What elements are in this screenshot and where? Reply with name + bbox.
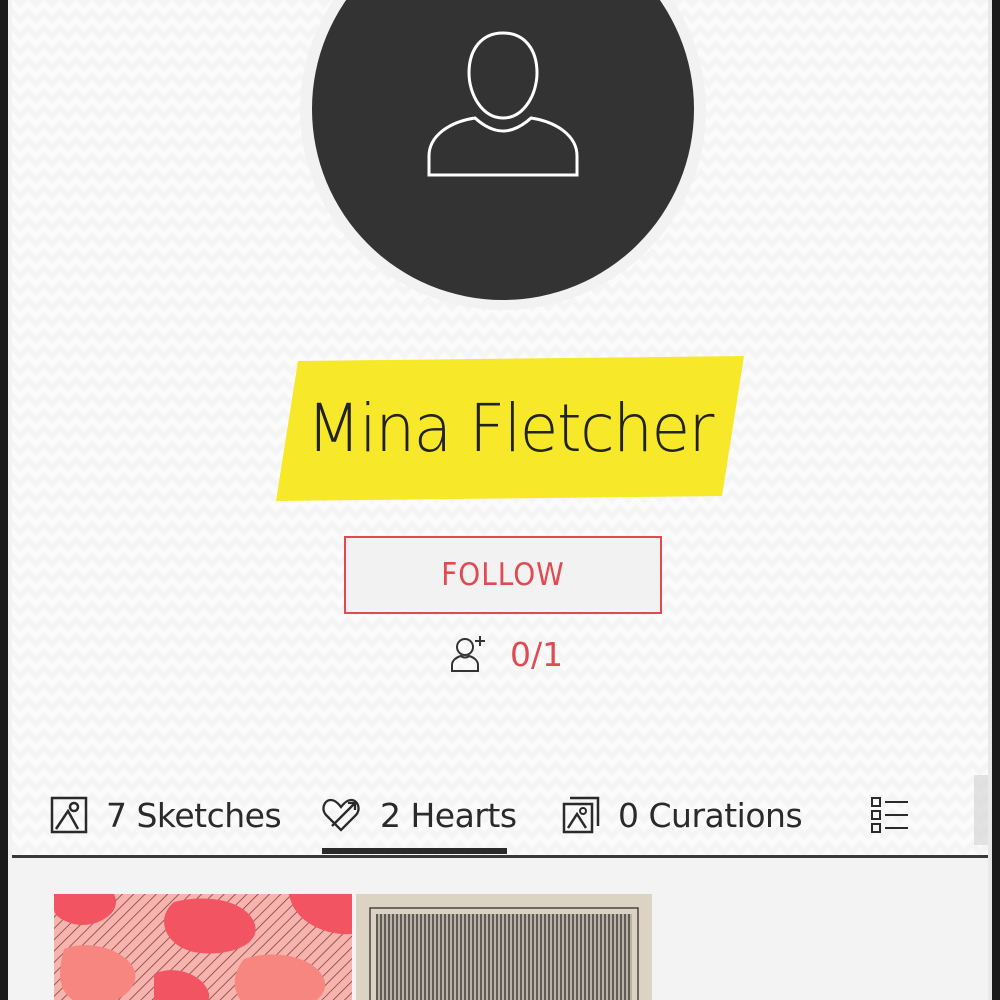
tab-curations-label: 0 Curations bbox=[618, 795, 803, 835]
followers-count: 0/1 bbox=[510, 634, 564, 674]
gallery-thumb-striped-beige[interactable] bbox=[356, 894, 652, 1000]
tab-sketches-label: 7 Sketches bbox=[106, 795, 282, 835]
tab-hearts[interactable]: 2 Hearts bbox=[322, 774, 517, 856]
follow-button[interactable]: FOLLOW bbox=[344, 536, 662, 614]
follow-button-label: FOLLOW bbox=[441, 557, 565, 593]
left-edge bbox=[0, 0, 12, 1000]
hearts-icon bbox=[322, 798, 360, 832]
profile-name-text: Mina Fletcher bbox=[306, 390, 715, 467]
gallery-thumb-pink-pattern[interactable] bbox=[54, 894, 352, 1000]
curations-icon bbox=[562, 796, 600, 834]
active-tab-indicator bbox=[322, 848, 507, 854]
pink-pattern-art bbox=[54, 894, 352, 1000]
tab-list-view[interactable] bbox=[870, 774, 910, 856]
striped-beige-art bbox=[356, 894, 652, 1000]
gallery-grid bbox=[12, 858, 988, 1000]
right-edge bbox=[988, 0, 1000, 1000]
tab-sketches[interactable]: 7 Sketches bbox=[50, 774, 282, 856]
profile-tabs: 7 Sketches 2 Hearts 0 Curations bbox=[12, 774, 988, 856]
tab-hearts-label: 2 Hearts bbox=[380, 795, 517, 835]
scroll-indicator[interactable] bbox=[974, 775, 988, 845]
name-banner: Mina Fletcher bbox=[276, 356, 744, 501]
app-frame: Mina Fletcher FOLLOW 0/1 7 Sketches 2 He… bbox=[0, 0, 1000, 1000]
followers-stat[interactable]: 0/1 bbox=[450, 632, 563, 676]
add-follower-icon bbox=[451, 636, 485, 672]
user-silhouette-icon bbox=[427, 31, 579, 177]
sketch-icon bbox=[50, 796, 88, 834]
list-view-icon bbox=[871, 797, 908, 833]
tab-curations[interactable]: 0 Curations bbox=[562, 774, 803, 856]
profile-name: Mina Fletcher bbox=[276, 356, 744, 501]
